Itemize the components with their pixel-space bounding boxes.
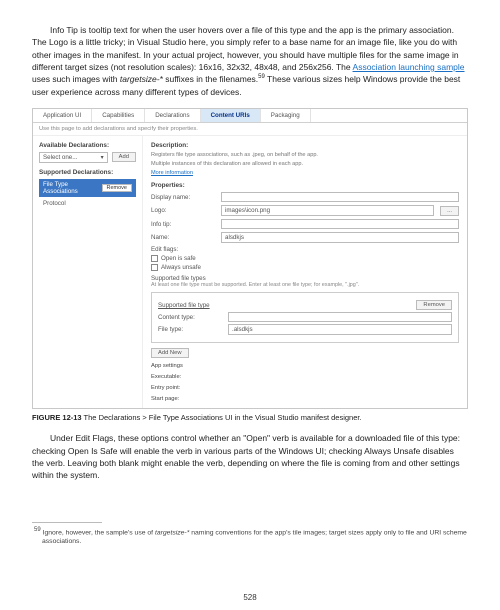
declaration-item-file-type-associations[interactable]: File Type Associations Remove <box>39 179 136 197</box>
figure-number: FIGURE 12-13 <box>32 413 82 422</box>
figure-text: The Declarations > File Type Association… <box>82 413 362 422</box>
tab-application-ui[interactable]: Application UI <box>33 109 92 122</box>
page-hint: Use this page to add declarations and sp… <box>33 123 467 136</box>
open-is-safe-label: Open is safe <box>161 255 196 262</box>
tab-declarations[interactable]: Declarations <box>145 109 200 122</box>
start-page-label: Start page: <box>151 396 459 402</box>
fn-a: Ignore, however, the sample's use of <box>41 529 155 536</box>
tab-packaging[interactable]: Packaging <box>261 109 311 122</box>
content-type-input[interactable] <box>228 312 452 322</box>
open-is-safe-checkbox[interactable]: Open is safe <box>151 255 459 262</box>
edit-flags-label: Edit flags: <box>151 246 215 253</box>
supported-file-type-label: Supported file type <box>158 302 222 309</box>
display-name-label: Display name: <box>151 194 215 201</box>
figure-caption: FIGURE 12-13 The Declarations > File Typ… <box>32 413 468 422</box>
always-unsafe-label: Always unsafe <box>161 264 201 271</box>
infotip-label: Info tip: <box>151 221 215 228</box>
remove-file-type-button[interactable]: Remove <box>416 300 452 310</box>
chevron-down-icon: ▾ <box>101 154 104 161</box>
footnote-rule <box>32 522 102 523</box>
more-information-link[interactable]: More information <box>151 170 459 176</box>
association-sample-link[interactable]: Association launching sample <box>353 62 465 72</box>
fn-i: targetsize-* <box>155 529 189 536</box>
name-label: Name: <box>151 234 215 241</box>
checkbox-box <box>151 264 158 271</box>
display-name-input[interactable] <box>221 192 459 202</box>
decl-label: File Type Associations <box>43 181 102 195</box>
add-button[interactable]: Add <box>112 152 136 162</box>
tab-bar: Application UI Capabilities Declarations… <box>33 109 467 123</box>
supported-file-type-group: Supported file type Remove Content type:… <box>151 292 459 343</box>
file-type-label: File type: <box>158 326 222 333</box>
paragraph-1: Info Tip is tooltip text for when the us… <box>32 24 468 98</box>
declarations-left-panel: Available Declarations: Select one... ▾ … <box>33 136 143 409</box>
name-input[interactable]: alsdkjs <box>221 232 459 243</box>
logo-input[interactable]: images\icon.png <box>221 205 434 216</box>
tab-capabilities[interactable]: Capabilities <box>92 109 145 122</box>
select-placeholder: Select one... <box>43 154 77 161</box>
description-line2: Multiple instances of this declaration a… <box>151 161 459 168</box>
remove-button[interactable]: Remove <box>102 184 132 192</box>
supported-declarations-label: Supported Declarations: <box>39 169 136 176</box>
available-declarations-select[interactable]: Select one... ▾ <box>39 152 108 163</box>
p1-i: targetsize-* <box>120 74 163 84</box>
checkbox-box <box>151 255 158 262</box>
app-settings-heading: App settings <box>151 363 459 369</box>
footnote-number: 59 <box>34 527 41 533</box>
supported-file-types-note: At least one file type must be supported… <box>151 282 459 288</box>
infotip-input[interactable] <box>221 219 459 229</box>
tab-content-uris[interactable]: Content URIs <box>201 109 261 122</box>
paragraph-2: Under Edit Flags, these options control … <box>32 432 468 481</box>
logo-browse-button[interactable]: ... <box>440 206 459 216</box>
p1-b: uses such images with <box>32 74 120 84</box>
description-heading: Description: <box>151 142 459 149</box>
properties-heading: Properties: <box>151 182 459 189</box>
executable-label: Executable: <box>151 374 459 380</box>
file-type-input[interactable]: .alsdkjs <box>228 324 452 335</box>
p1-c: suffixes in the filenames. <box>163 74 258 84</box>
decl-label: Protocol <box>43 200 66 207</box>
available-declarations-label: Available Declarations: <box>39 142 136 149</box>
logo-label: Logo: <box>151 207 215 214</box>
footnote-ref-59: 59 <box>258 74 265 80</box>
always-unsafe-checkbox[interactable]: Always unsafe <box>151 264 459 271</box>
content-type-label: Content type: <box>158 314 222 321</box>
footnote-59: 59 Ignore, however, the sample's use of … <box>32 527 468 547</box>
add-new-button[interactable]: Add New <box>151 348 189 358</box>
entry-point-label: Entry point: <box>151 385 459 391</box>
declarations-right-panel: Description: Registers file type associa… <box>143 136 467 409</box>
manifest-designer-screenshot: Application UI Capabilities Declarations… <box>32 108 468 410</box>
supported-file-types-heading: Supported file types <box>151 275 215 282</box>
declaration-item-protocol[interactable]: Protocol <box>39 198 136 209</box>
description-line1: Registers file type associations, such a… <box>151 152 459 159</box>
page-number: 528 <box>0 593 500 602</box>
